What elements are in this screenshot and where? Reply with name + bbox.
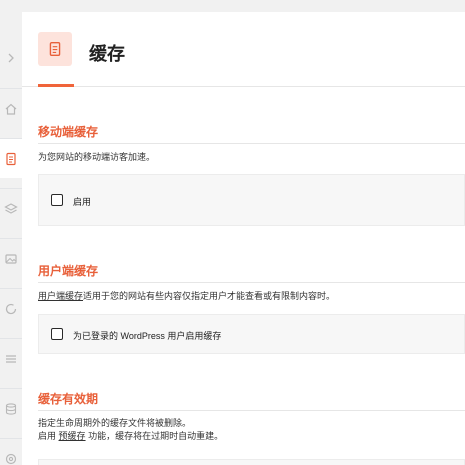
- user-cache-label[interactable]: 为已登录的 WordPress 用户启用缓存: [73, 329, 221, 342]
- sidebar-item-collapse[interactable]: [0, 38, 22, 78]
- section-divider: [38, 410, 465, 411]
- sidebar-item-settings[interactable]: [0, 438, 22, 465]
- header-underline: [38, 84, 74, 87]
- database-icon: [5, 402, 17, 415]
- sidebar-item-dashboard[interactable]: [0, 88, 22, 128]
- section-title-user-cache: 用户端缓存: [38, 264, 99, 278]
- menu-icon: [6, 354, 16, 363]
- mobile-cache-description: 为您网站的移动端访客加速。: [38, 152, 156, 162]
- user-cache-description-text: 适用于您的网站有些内容仅指定用户才能查看或有限制内容时。: [83, 291, 336, 301]
- mobile-cache-option: 启用: [38, 174, 465, 226]
- document-icon: [49, 42, 61, 56]
- chevron-icon: [8, 53, 14, 63]
- page-header: 缓存: [22, 12, 465, 87]
- sidebar-item-menu[interactable]: [0, 338, 22, 378]
- settings-icon: [5, 453, 17, 464]
- cache-lifespan-description-line2: 启用 预缓存 功能，缓存将在过期时自动重建。: [38, 430, 223, 443]
- preload-link[interactable]: 预缓存: [59, 431, 86, 441]
- section-divider: [38, 282, 465, 283]
- mobile-cache-label[interactable]: 启用: [73, 195, 91, 208]
- icon-sidebar: [0, 0, 22, 465]
- sidebar-item-images[interactable]: [0, 238, 22, 278]
- image-icon: [5, 253, 17, 264]
- user-cache-link[interactable]: 用户端缓存: [38, 291, 83, 301]
- line2-prefix: 启用: [38, 431, 57, 441]
- mobile-cache-checkbox[interactable]: [51, 194, 63, 206]
- user-cache-checkbox[interactable]: [51, 328, 63, 340]
- line2-suffix: 功能，缓存将在过期时自动重建。: [88, 431, 224, 441]
- layers-icon: [4, 202, 18, 214]
- settings-panel: 缓存 移动端缓存 为您网站的移动端访客加速。 启用 用户端缓存 用户端缓存适用于…: [22, 12, 465, 465]
- sidebar-item-refresh[interactable]: [0, 288, 22, 328]
- refresh-icon: [5, 303, 17, 314]
- section-title-cache-lifespan: 缓存有效期: [38, 392, 99, 406]
- section-divider: [38, 143, 465, 144]
- page-title: 缓存: [89, 44, 125, 64]
- section-title-mobile-cache: 移动端缓存: [38, 125, 99, 139]
- document-icon: [6, 152, 16, 165]
- cache-lifespan-description: 指定生命周期外的缓存文件将被删除。 启用 预缓存 功能，缓存将在过期时自动重建。: [38, 417, 223, 443]
- cache-lifespan-description-line1: 指定生命周期外的缓存文件将被删除。: [38, 418, 192, 428]
- sidebar-item-cache[interactable]: [0, 138, 22, 178]
- sidebar-item-layers[interactable]: [0, 188, 22, 228]
- home-icon: [5, 103, 17, 115]
- user-cache-option: 为已登录的 WordPress 用户启用缓存: [38, 314, 465, 354]
- cache-lifespan-option: [38, 459, 465, 465]
- header-icon-box: [38, 32, 72, 66]
- sidebar-item-database[interactable]: [0, 388, 22, 428]
- user-cache-description: 用户端缓存适用于您的网站有些内容仅指定用户才能查看或有限制内容时。: [38, 290, 335, 303]
